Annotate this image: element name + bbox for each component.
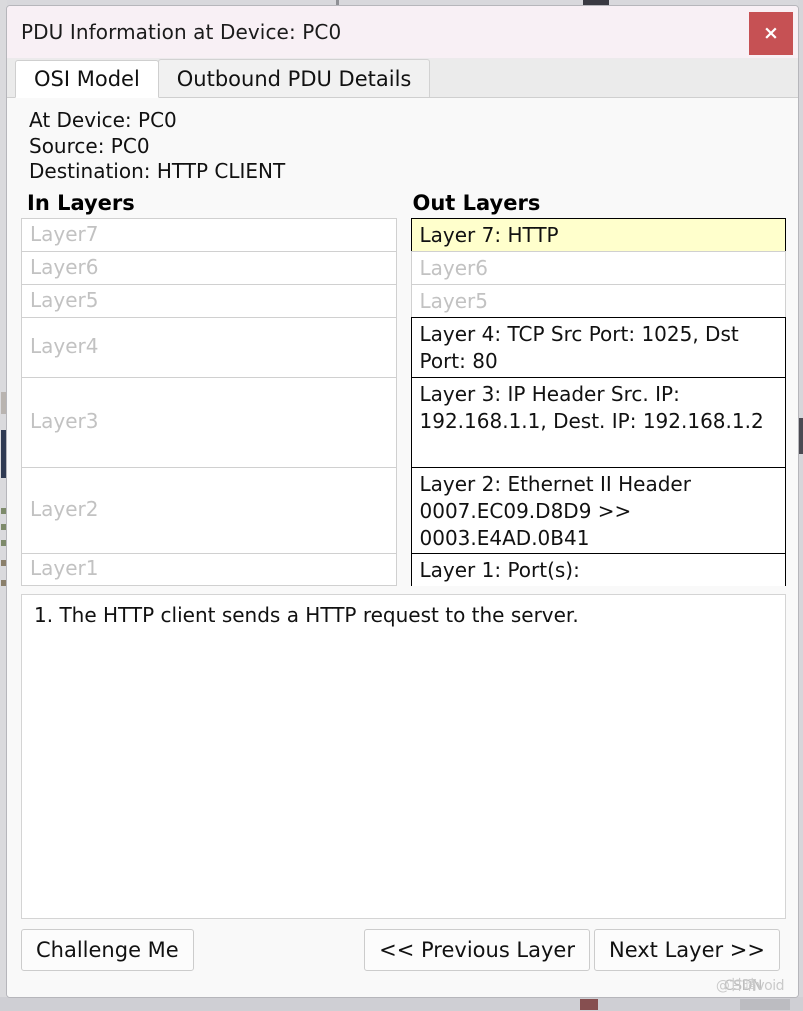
out-layer-label: Layer 4: TCP Src Port: 1025, Dst Port: 8… [419, 321, 739, 373]
in-layer-row-4[interactable]: Layer4 [21, 316, 397, 377]
in-layer-label: Layer1 [30, 556, 99, 580]
tab-bar: OSI Model Outbound PDU Details [7, 59, 798, 98]
meta-destination: Destination: HTTP CLIENT [29, 159, 286, 183]
out-layers-column: Out Layers Layer 7: HTTP Layer6 Layer5 L… [410, 189, 786, 586]
in-layer-label: Layer4 [30, 334, 99, 358]
in-layer-label: Layer7 [30, 221, 99, 246]
out-layers-heading: Out Layers [412, 190, 541, 215]
out-layer-label: Layer 1: Port(s): [419, 557, 580, 582]
device-meta-block: At Device: PC0 Source: PC0 Destination: … [15, 98, 790, 189]
background-chip [580, 999, 598, 1010]
out-layer-row-1[interactable]: Layer 1: Port(s): [410, 552, 786, 586]
tab-outbound-pdu-details[interactable]: Outbound PDU Details [157, 59, 431, 97]
in-layer-row-5[interactable]: Layer5 [21, 283, 397, 317]
layer-nav-group: << Previous Layer Next Layer >> [364, 929, 780, 971]
in-layer-row-3[interactable]: Layer3 [21, 376, 397, 467]
layers-columns: In Layers Layer7 Layer6 Layer5 Layer4 La… [15, 189, 790, 586]
pdu-information-dialog: PDU Information at Device: PC0 × OSI Mod… [6, 5, 799, 998]
layer-description-panel: 1. The HTTP client sends a HTTP request … [21, 593, 786, 919]
in-layer-label: Layer5 [30, 287, 99, 312]
description-text: 1. The HTTP client sends a HTTP request … [34, 602, 579, 627]
out-layer-label: Layer 7: HTTP [419, 222, 559, 247]
out-layer-label: Layer5 [419, 288, 489, 313]
in-layer-label: Layer3 [30, 409, 99, 433]
dialog-title: PDU Information at Device: PC0 [21, 20, 342, 44]
out-layer-row-4[interactable]: Layer 4: TCP Src Port: 1025, Dst Port: 8… [410, 316, 786, 377]
watermark-author: @甘晴void [715, 978, 785, 994]
in-layer-label: Layer6 [30, 254, 99, 279]
close-icon[interactable]: × [749, 12, 793, 55]
next-layer-button[interactable]: Next Layer >> [593, 929, 780, 971]
in-layers-column: In Layers Layer7 Layer6 Layer5 Layer4 La… [21, 189, 397, 586]
out-layer-row-3[interactable]: Layer 3: IP Header Src. IP: 192.168.1.1,… [410, 376, 786, 467]
watermark: CSDN@甘晴void [716, 975, 785, 995]
out-layer-row-6[interactable]: Layer6 [410, 250, 786, 284]
in-layer-label: Layer2 [30, 497, 99, 521]
dialog-titlebar: PDU Information at Device: PC0 × [7, 6, 798, 59]
challenge-me-button[interactable]: Challenge Me [21, 929, 194, 971]
in-layers-heading: In Layers [27, 190, 135, 215]
background-strip-bottom [0, 997, 803, 1011]
in-layer-row-2[interactable]: Layer2 [21, 466, 397, 553]
in-layer-row-7[interactable]: Layer7 [21, 217, 397, 251]
out-layer-row-2[interactable]: Layer 2: Ethernet II Header 0007.EC09.D8… [410, 466, 786, 553]
dialog-content: At Device: PC0 Source: PC0 Destination: … [7, 98, 798, 919]
meta-source: Source: PC0 [29, 133, 150, 158]
background-chip [740, 999, 790, 1010]
out-layer-label: Layer 2: Ethernet II Header 0007.EC09.D8… [419, 471, 691, 550]
out-layer-row-7[interactable]: Layer 7: HTTP [410, 217, 786, 251]
previous-layer-button[interactable]: << Previous Layer [364, 929, 590, 971]
out-layer-label: Layer 3: IP Header Src. IP: 192.168.1.1,… [419, 381, 764, 433]
in-layer-row-6[interactable]: Layer6 [21, 250, 397, 284]
out-layers-list: Layer 7: HTTP Layer6 Layer5 Layer 4: TCP… [410, 217, 786, 586]
out-layer-row-5[interactable]: Layer5 [410, 283, 786, 317]
meta-at-device: At Device: PC0 [29, 108, 177, 132]
in-layer-row-1[interactable]: Layer1 [21, 552, 397, 586]
tab-osi-model[interactable]: OSI Model [15, 60, 159, 98]
dialog-footer: Challenge Me << Previous Layer Next Laye… [7, 919, 798, 997]
in-layers-list: Layer7 Layer6 Layer5 Layer4 Layer3 Layer… [21, 217, 397, 586]
out-layer-label: Layer6 [419, 255, 489, 280]
